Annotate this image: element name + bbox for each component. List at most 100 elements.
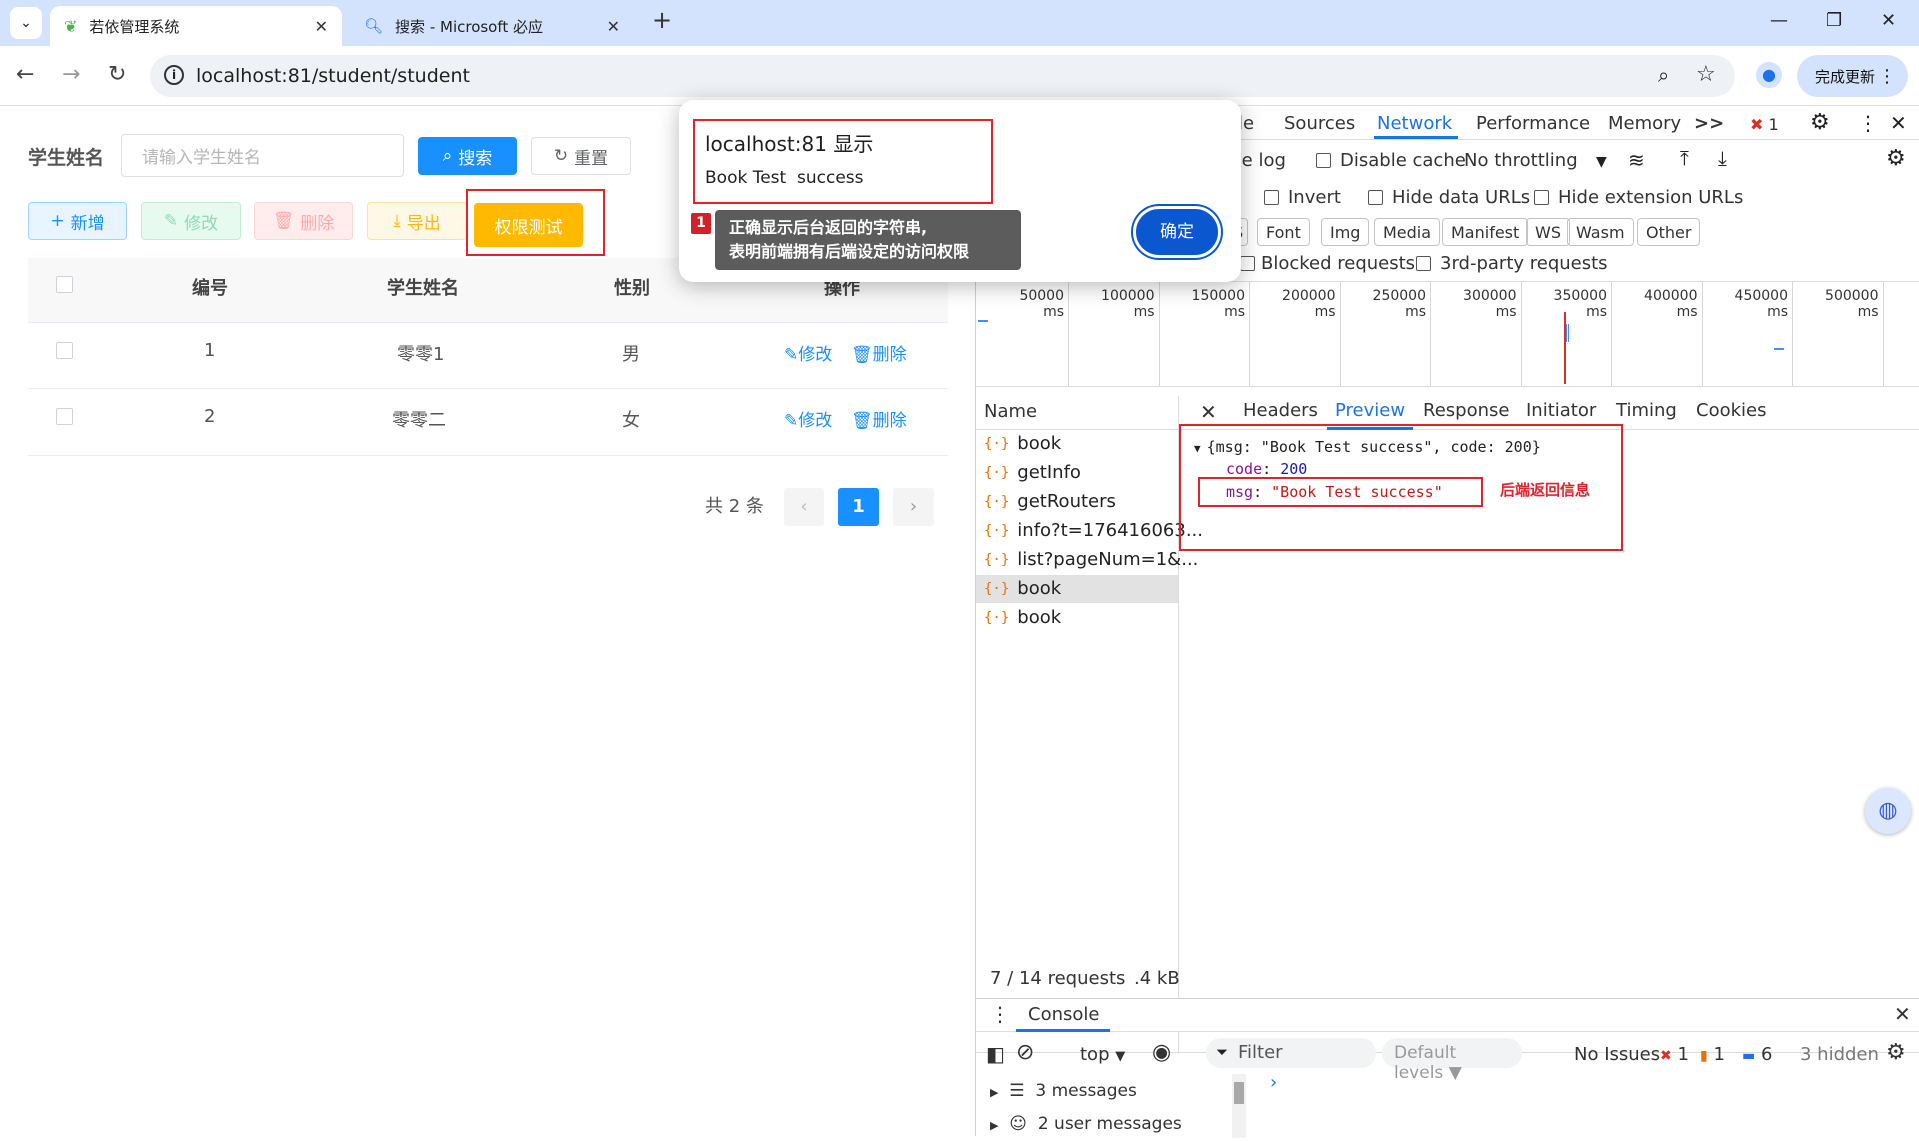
delete-button[interactable]: 🗑︎ 删除: [254, 202, 353, 240]
url-text[interactable]: localhost:81/student/student: [196, 65, 470, 87]
error-badge[interactable]: ✖ 1: [1750, 115, 1779, 134]
tab-ruoyi[interactable]: ❦ 若依管理系统 ✕: [50, 6, 342, 46]
scroll-thumb[interactable]: [1234, 1082, 1244, 1104]
filter-font[interactable]: Font: [1257, 218, 1310, 246]
filter-ws[interactable]: WS: [1526, 218, 1570, 246]
request-row[interactable]: {·} getInfo: [984, 462, 1081, 483]
more-tabs-icon[interactable]: >>: [1694, 113, 1724, 134]
request-row[interactable]: {·} getRouters: [984, 491, 1116, 512]
throttling-select[interactable]: No throttling: [1464, 150, 1578, 171]
settings-icon[interactable]: ⚙: [1810, 110, 1830, 135]
prev-page-button[interactable]: ‹: [784, 488, 824, 526]
close-icon[interactable]: ✕: [607, 17, 620, 36]
row-delete-link[interactable]: 🗑︎删除: [851, 406, 907, 431]
network-conditions-icon[interactable]: ≋: [1628, 148, 1645, 172]
more-vert-icon[interactable]: ⋮: [1858, 111, 1878, 135]
levels-text: Default levels: [1394, 1043, 1457, 1083]
minimize-icon[interactable]: —: [1770, 10, 1788, 31]
tab-bing[interactable]: 🔍︎ 搜索 - Microsoft 必应 ✕: [350, 6, 634, 46]
window-close-icon[interactable]: ✕: [1881, 10, 1896, 31]
row-delete-link[interactable]: 🗑︎删除: [851, 340, 907, 365]
page-button-current[interactable]: 1: [838, 488, 879, 526]
request-row[interactable]: {·} list?pageNum=1&...: [984, 549, 1198, 570]
confirm-button[interactable]: 确定: [1133, 206, 1221, 258]
console-error-count[interactable]: ✖ 1: [1660, 1044, 1689, 1065]
console-info-count[interactable]: ▬ 6: [1742, 1044, 1772, 1065]
tab-network[interactable]: Network: [1377, 113, 1452, 134]
tab-sources[interactable]: Sources: [1284, 113, 1355, 134]
detail-tab-preview[interactable]: Preview: [1335, 400, 1405, 421]
row-checkbox[interactable]: [56, 408, 73, 425]
filter-img[interactable]: Img: [1321, 218, 1370, 246]
profile-avatar[interactable]: ●: [1756, 62, 1782, 88]
next-page-button[interactable]: ›: [893, 488, 934, 526]
close-icon[interactable]: ✕: [315, 17, 328, 36]
user-messages-group[interactable]: ▶ ☺ 2 user messages: [990, 1114, 1182, 1134]
upload-icon[interactable]: ⤒: [1680, 146, 1689, 170]
default-levels-select[interactable]: Default levels ▼: [1382, 1038, 1522, 1083]
third-party-checkbox[interactable]: [1416, 256, 1431, 271]
console-sidebar-scrollbar[interactable]: [1232, 1074, 1246, 1138]
row-checkbox[interactable]: [56, 342, 73, 359]
tab-search-dropdown[interactable]: ⌄: [10, 7, 42, 39]
detail-tab-initiator[interactable]: Initiator: [1526, 400, 1596, 421]
add-button[interactable]: + 新增: [28, 202, 127, 240]
tab-memory[interactable]: Memory: [1608, 113, 1681, 134]
filter-media[interactable]: Media: [1374, 218, 1441, 246]
bookmark-star-icon[interactable]: ☆: [1696, 62, 1716, 87]
console-tab[interactable]: Console: [1028, 1004, 1099, 1025]
forward-icon[interactable]: →: [62, 62, 80, 87]
network-settings-icon[interactable]: ⚙: [1886, 146, 1906, 171]
export-button[interactable]: ⤓ 导出: [367, 202, 467, 240]
alert-dialog: localhost:81 显示 Book Test success 确定 1 正…: [679, 100, 1241, 282]
filter-wasm[interactable]: Wasm: [1567, 218, 1634, 246]
name-column-header[interactable]: Name: [976, 396, 1179, 430]
site-info-icon[interactable]: i: [164, 65, 184, 85]
row-edit-link[interactable]: ✎修改: [784, 340, 832, 365]
back-icon[interactable]: ←: [16, 62, 34, 87]
request-row[interactable]: {·} info?t=176416063...: [984, 520, 1203, 541]
request-row-selected[interactable]: {·} book: [984, 578, 1061, 599]
live-expression-eye-icon[interactable]: ◉: [1152, 1040, 1171, 1065]
request-row[interactable]: {·} book: [984, 433, 1061, 454]
new-tab-button[interactable]: +: [652, 6, 672, 34]
student-name-input[interactable]: 请输入学生姓名: [121, 134, 404, 177]
detail-tab-timing[interactable]: Timing: [1616, 400, 1677, 421]
reset-button[interactable]: ↻ 重置: [531, 137, 631, 175]
close-devtools-icon[interactable]: ✕: [1890, 111, 1907, 135]
request-row[interactable]: {·} book: [984, 607, 1061, 628]
hide-ext-urls-checkbox[interactable]: [1534, 190, 1549, 205]
disable-cache-checkbox[interactable]: [1316, 153, 1331, 168]
detail-tab-headers[interactable]: Headers: [1243, 400, 1318, 421]
tab-performance[interactable]: Performance: [1476, 113, 1590, 134]
floating-assistant-icon[interactable]: ◍: [1865, 788, 1911, 834]
hide-data-urls-checkbox[interactable]: [1368, 190, 1383, 205]
reload-icon[interactable]: ↻: [108, 62, 126, 87]
zoom-icon[interactable]: ⌕: [1658, 63, 1669, 87]
context-select[interactable]: top ▼: [1080, 1044, 1125, 1065]
console-filter-input[interactable]: ⏷ Filter: [1206, 1038, 1376, 1068]
clear-console-icon[interactable]: ⊘: [1016, 1040, 1034, 1065]
select-all-checkbox[interactable]: [56, 276, 73, 293]
detail-tab-cookies[interactable]: Cookies: [1696, 400, 1766, 421]
blocked-requests-checkbox[interactable]: [1240, 256, 1255, 271]
restore-icon[interactable]: ❐: [1826, 10, 1842, 31]
detail-tab-response[interactable]: Response: [1423, 400, 1509, 421]
close-detail-icon[interactable]: ✕: [1200, 400, 1217, 424]
address-bar[interactable]: i localhost:81/student/student ⌕ ☆: [150, 55, 1735, 97]
filter-other[interactable]: Other: [1637, 218, 1701, 246]
row-edit-link[interactable]: ✎修改: [784, 406, 832, 431]
drawer-menu-icon[interactable]: ⋮: [990, 1002, 1010, 1026]
download-icon[interactable]: ⤓: [1718, 146, 1727, 170]
filter-manifest[interactable]: Manifest: [1442, 218, 1529, 246]
invert-checkbox[interactable]: [1264, 190, 1279, 205]
update-button[interactable]: 完成更新 ⋮: [1797, 55, 1908, 97]
console-warn-count[interactable]: ▮ 1: [1700, 1044, 1725, 1065]
sidebar-toggle-icon[interactable]: ◧: [986, 1042, 1005, 1066]
messages-group[interactable]: ▶ ☰ 3 messages: [990, 1081, 1137, 1101]
edit-button[interactable]: ✎ 修改: [141, 202, 241, 240]
search-button[interactable]: ⌕ 搜索: [418, 137, 517, 175]
console-prompt-icon[interactable]: ›: [1270, 1072, 1277, 1093]
close-drawer-icon[interactable]: ✕: [1894, 1002, 1911, 1026]
console-settings-icon[interactable]: ⚙: [1886, 1040, 1906, 1065]
